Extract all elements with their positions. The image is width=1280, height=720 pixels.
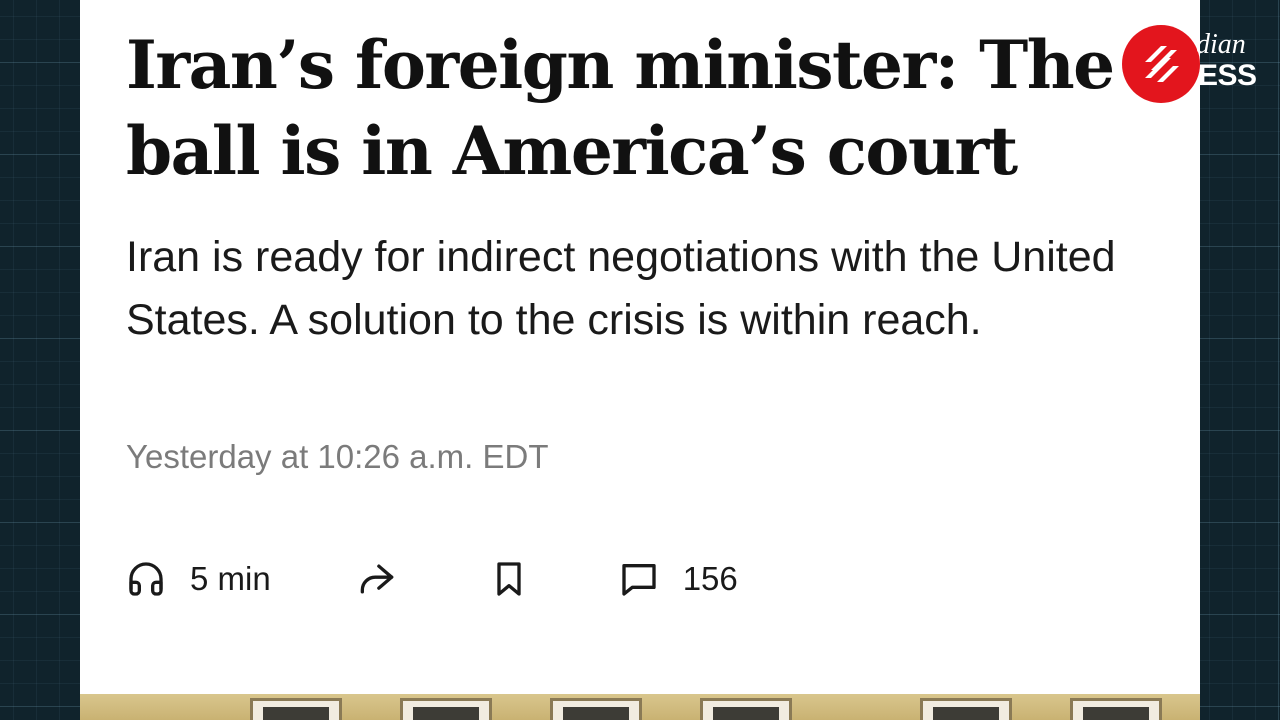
comment-count: 156 — [682, 560, 738, 597]
building-window — [550, 698, 642, 720]
brand-wordmark-line2: ESS — [1198, 59, 1257, 92]
brand-emblem-icon — [1145, 46, 1179, 82]
article-actions: 5 min 156 — [126, 553, 738, 605]
bookmark-button[interactable] — [489, 559, 529, 599]
building-window — [920, 698, 1012, 720]
building-window — [1070, 698, 1162, 720]
brand-wordmark-line1: dian — [1196, 29, 1246, 60]
article-card: Iran’s foreign minister: The ball is in … — [80, 0, 1200, 694]
listen-button[interactable]: 5 min — [126, 559, 271, 599]
building-window — [400, 698, 492, 720]
bookmark-icon — [497, 562, 521, 596]
brand-wordmark: dian ESS — [1196, 29, 1280, 92]
comment-icon — [622, 564, 656, 596]
share-icon — [360, 564, 394, 594]
article-timestamp: Yesterday at 10:26 a.m. EDT — [126, 438, 549, 475]
building-window — [250, 698, 342, 720]
brand-logo — [1122, 25, 1200, 103]
share-button[interactable] — [355, 557, 399, 601]
headphones-icon — [129, 562, 163, 596]
listen-duration: 5 min — [190, 560, 271, 597]
building-window — [700, 698, 792, 720]
article-headline[interactable]: Iran’s foreign minister: The ball is in … — [126, 22, 1136, 194]
comments-button[interactable]: 156 — [619, 559, 738, 599]
article-photo-preview[interactable] — [80, 694, 1200, 720]
article-dek: Iran is ready for indirect negotiations … — [126, 233, 1116, 344]
